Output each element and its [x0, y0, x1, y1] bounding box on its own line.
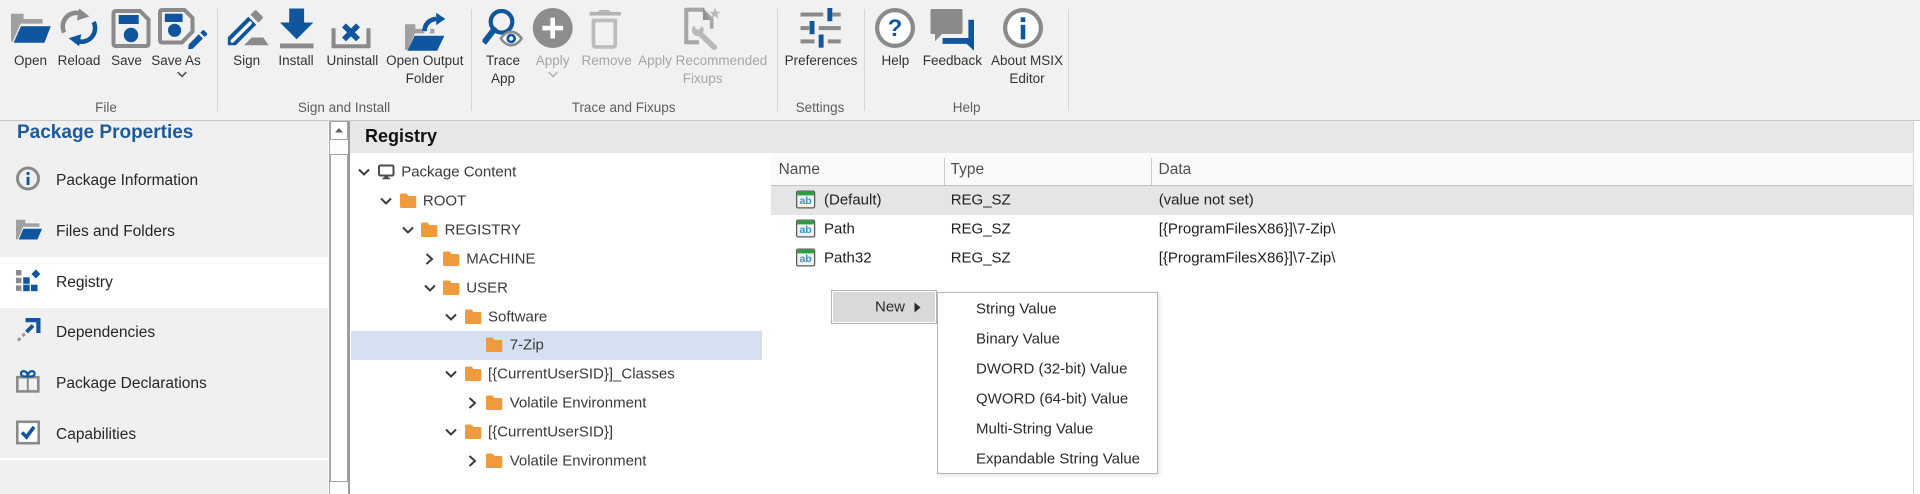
svg-text:?: ? — [888, 15, 903, 42]
svg-text:ab: ab — [799, 253, 811, 265]
svg-text:ab: ab — [799, 224, 811, 236]
svg-text:ab: ab — [799, 195, 811, 207]
